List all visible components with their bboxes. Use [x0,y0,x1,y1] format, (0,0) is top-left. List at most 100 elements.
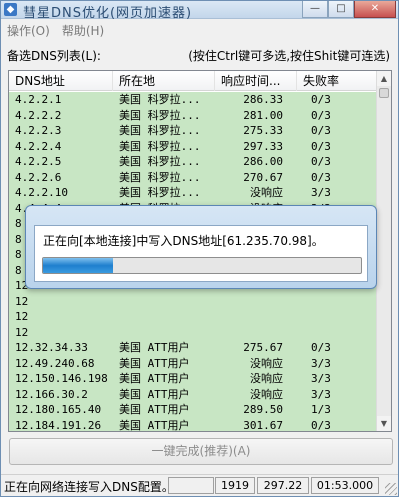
location-cell: 美国 科罗拉... [119,108,201,122]
response-time-cell: 275.33 [243,124,283,137]
response-time-cell: 没响应 [250,387,283,401]
status-pane-blank [168,477,214,494]
failure-rate-cell: 3/3 [311,356,331,370]
table-row[interactable]: 4.2.2.1 美国 科罗拉... 286.33 0/3 [9,92,377,108]
dns-address-cell: 4.2.2.2 [15,108,62,122]
failure-rate-cell [297,309,377,325]
dns-address-cell: 12.166.30.2 [15,387,88,401]
response-time-cell: 289.50 [243,403,283,416]
table-row[interactable]: 4.2.2.3 美国 科罗拉... 275.33 0/3 [9,123,377,139]
close-button[interactable]: ✕ [354,1,396,18]
location-cell [113,325,215,341]
title-bar[interactable]: ◆ 彗星DNS优化(网页加速器) — □ ✕ [1,1,398,21]
one-click-finish-button[interactable]: 一键完成(推荐)(A) [9,438,393,465]
failure-rate-cell: 0/3 [311,108,331,122]
table-row[interactable]: 12.150.146.198 美国 ATT用户 没响应 3/3 [9,371,377,387]
failure-rate-cell: 0/3 [311,124,331,137]
table-row[interactable]: 4.2.2.10 美国 科罗拉... 没响应 3/3 [9,185,377,201]
table-row[interactable]: 4.2.2.4 美国 科罗拉... 297.33 0/3 [9,138,377,154]
table-row[interactable]: 12.180.165.40 美国 ATT用户 289.50 1/3 [9,402,377,418]
dns-address-cell: 12.184.191.26 [15,418,102,432]
dns-address-cell: 12 [15,310,29,323]
table-row[interactable]: 4.2.2.2 美国 科罗拉... 281.00 0/3 [9,107,377,123]
column-header-response-time[interactable]: 响应时间... [215,71,297,91]
dns-address-cell: 4.2.2.5 [15,155,62,168]
maximize-button[interactable]: □ [328,1,354,18]
dns-address-cell: 12.32.34.33 [15,341,88,354]
dns-address-cell: 12.180.165.40 [15,403,102,416]
list-caption: 备选DNS列表(L): [7,49,101,63]
response-time-cell [215,294,297,310]
table-row[interactable]: 12.166.30.2 美国 ATT用户 没响应 3/3 [9,386,377,402]
minimize-button[interactable]: — [302,1,328,18]
response-time-cell: 301.67 [243,418,283,432]
status-pane-time: 01:53.000 [311,477,379,494]
location-cell [113,294,215,310]
location-cell: 美国 ATT用户 [119,341,190,354]
dns-address-cell: 12 [15,294,29,308]
response-time-cell [215,309,297,325]
window-controls: — □ ✕ [302,1,396,18]
failure-rate-cell: 0/3 [311,155,331,168]
location-cell: 美国 ATT用户 [119,387,190,401]
failure-rate-cell [297,325,377,341]
column-header-location[interactable]: 所在地 [113,71,215,91]
vertical-scrollbar[interactable]: ▲ ▼ [376,71,391,431]
table-row[interactable]: 12 [9,324,377,341]
status-pane-average: 297.22 [257,477,309,494]
dns-address-cell: 4.2.2.4 [15,139,62,153]
table-row[interactable]: 12.32.34.33 美国 ATT用户 275.67 0/3 [9,340,377,356]
progress-dialog: 正在向[本地连接]中写入DNS地址[61.235.70.98]。 [25,205,377,289]
table-row[interactable]: 12.184.191.26 美国 ATT用户 301.67 0/3 [9,417,377,432]
menu-bar: 操作(O) 帮助(H) [1,19,398,41]
column-header-failure-rate[interactable]: 失败率 [297,71,377,91]
response-time-cell: 286.00 [243,155,283,168]
table-row[interactable]: 12.49.240.68 美国 ATT用户 没响应 3/3 [9,355,377,371]
list-hint: (按住Ctrl键可多选,按住Shit键可连选) [188,49,390,63]
response-time-cell: 没响应 [250,372,283,385]
progress-bar [42,257,362,274]
status-text: 正在向网络连接写入DNS配置。 [4,480,174,494]
table-row[interactable]: 12 [9,293,377,310]
dns-address-cell: 4.2.2.1 [15,93,62,106]
location-cell: 美国 科罗拉... [119,170,201,184]
location-cell: 美国 科罗拉... [119,186,201,199]
dns-address-cell: 12 [15,325,29,339]
failure-rate-cell: 0/3 [311,170,331,184]
dns-address-cell: 12.150.146.198 [15,372,108,385]
resize-grip-icon[interactable] [385,483,397,495]
table-row[interactable]: 12 [9,309,377,325]
failure-rate-cell: 0/3 [311,341,331,354]
location-cell: 美国 科罗拉... [119,124,201,137]
response-time-cell: 没响应 [250,186,283,199]
response-time-cell: 275.67 [243,341,283,354]
location-cell: 美国 ATT用户 [119,356,190,370]
dns-address-cell: 12.49.240.68 [15,356,95,370]
response-time-cell: 281.00 [243,108,283,122]
menu-help[interactable]: 帮助(H) [62,22,104,39]
response-time-cell: 没响应 [250,356,283,370]
app-icon: ◆ [4,3,17,16]
location-cell: 美国 科罗拉... [119,155,201,168]
location-cell [113,309,215,325]
status-bar: 正在向网络连接写入DNS配置。 1919 297.22 01:53.000 [1,474,398,496]
scroll-down-icon[interactable]: ▼ [377,416,391,431]
failure-rate-cell: 3/3 [311,186,331,199]
failure-rate-cell: 0/3 [311,93,331,106]
failure-rate-cell: 3/3 [311,387,331,401]
progress-message: 正在向[本地连接]中写入DNS地址[61.235.70.98]。 [43,234,324,248]
scroll-thumb[interactable] [379,88,389,98]
response-time-cell: 286.33 [243,93,283,106]
response-time-cell: 270.67 [243,170,283,184]
response-time-cell: 297.33 [243,139,283,153]
app-window: ◆ 彗星DNS优化(网页加速器) — □ ✕ 操作(O) 帮助(H) 备选DNS… [0,0,399,497]
response-time-cell [215,325,297,341]
table-row[interactable]: 4.2.2.5 美国 科罗拉... 286.00 0/3 [9,154,377,170]
menu-operation[interactable]: 操作(O) [7,22,50,39]
table-row[interactable]: 4.2.2.6 美国 科罗拉... 270.67 0/3 [9,169,377,185]
scroll-up-icon[interactable]: ▲ [377,71,391,86]
location-cell: 美国 科罗拉... [119,93,201,106]
failure-rate-cell: 0/3 [311,418,331,432]
column-header-dns[interactable]: DNS地址 [9,71,113,91]
failure-rate-cell [297,294,377,310]
